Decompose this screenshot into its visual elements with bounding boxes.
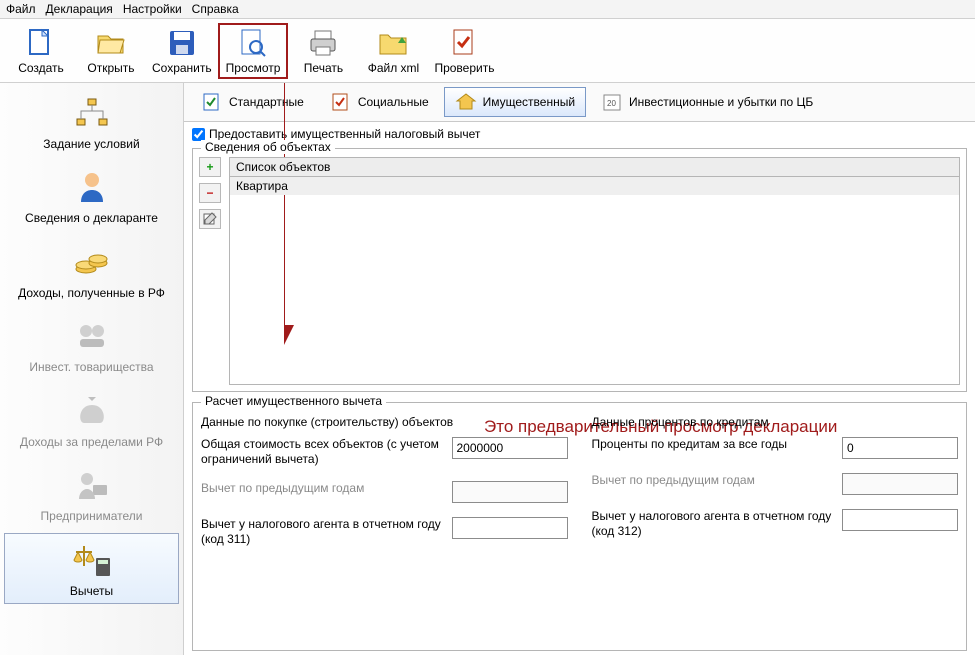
provide-deduction-checkbox[interactable]: [192, 128, 205, 141]
sidebar: Задание условий Сведения о декларанте До…: [0, 83, 184, 655]
tab-property-label: Имущественный: [483, 95, 575, 109]
preview-icon: [237, 27, 269, 59]
check-doc-icon: [201, 91, 223, 113]
coins-icon: [72, 242, 112, 282]
objects-groupbox: Сведения об объектах + − Список объектов…: [192, 148, 967, 392]
sidebar-item-invest: Инвест. товарищества: [4, 310, 179, 378]
filexml-button[interactable]: Файл xml: [358, 23, 428, 79]
interest-label: Проценты по кредитам за все годы: [592, 437, 843, 452]
person-icon: [72, 167, 112, 207]
tab-invest-cb-label: Инвестиционные и убытки по ЦБ: [629, 95, 813, 109]
tab-social[interactable]: Социальные: [319, 87, 440, 117]
xml-file-icon: [377, 27, 409, 59]
sidebar-item-entrepreneurs: Предприниматели: [4, 459, 179, 527]
sidebar-income-abroad-label: Доходы за пределами РФ: [20, 435, 163, 449]
new-document-icon: [25, 27, 57, 59]
create-button[interactable]: Создать: [6, 23, 76, 79]
agent-311-label: Вычет у налогового агента в отчетном год…: [201, 517, 452, 547]
edit-icon: [203, 212, 217, 226]
open-label: Открыть: [87, 61, 134, 75]
interest-input[interactable]: [842, 437, 958, 459]
handshake-icon: [72, 316, 112, 356]
calc-col2-title: Данные процентов по кредитам: [592, 415, 959, 429]
total-cost-label: Общая стоимость всех объектов (с учетом …: [201, 437, 452, 467]
menu-settings[interactable]: Настройки: [123, 2, 182, 16]
toolbar: Создать Открыть Сохранить Просмотр Печат…: [0, 19, 975, 83]
open-button[interactable]: Открыть: [76, 23, 146, 79]
main-area: Задание условий Сведения о декларанте До…: [0, 83, 975, 655]
prev-years-interest-label: Вычет по предыдущим годам: [592, 473, 843, 488]
sidebar-item-income-abroad: Доходы за пределами РФ: [4, 385, 179, 453]
check-button[interactable]: Проверить: [428, 23, 500, 79]
object-list-header: Список объектов: [230, 158, 959, 177]
menu-file[interactable]: Файл: [6, 2, 36, 16]
check-document-icon: [448, 27, 480, 59]
sidebar-item-deductions[interactable]: Вычеты: [4, 533, 179, 603]
tab-property[interactable]: Имущественный: [444, 87, 586, 117]
svg-text:20: 20: [607, 99, 616, 108]
agent-311-input[interactable]: [452, 517, 568, 539]
sidebar-item-conditions[interactable]: Задание условий: [4, 87, 179, 155]
edit-object-button[interactable]: [199, 209, 221, 229]
add-object-button[interactable]: +: [199, 157, 221, 177]
content-panel: Стандартные Социальные Имущественный 20 …: [184, 83, 975, 655]
menu-bar: Файл Декларация Настройки Справка: [0, 0, 975, 19]
sidebar-deductions-label: Вычеты: [70, 584, 113, 598]
briefcase-person-icon: [72, 465, 112, 505]
check-label: Проверить: [434, 61, 494, 75]
calc-col-interest: Данные процентов по кредитам Проценты по…: [592, 415, 959, 561]
filexml-label: Файл xml: [368, 61, 420, 75]
sidebar-item-income-rf[interactable]: Доходы, полученные в РФ: [4, 236, 179, 304]
check-doc-red-icon: [330, 91, 352, 113]
scales-calc-icon: [72, 540, 112, 580]
sidebar-conditions-label: Задание условий: [43, 137, 139, 151]
calendar-icon: 20: [601, 91, 623, 113]
preview-label: Просмотр: [226, 61, 281, 75]
sidebar-entrepreneurs-label: Предприниматели: [41, 509, 143, 523]
sidebar-declarant-label: Сведения о декларанте: [25, 211, 158, 225]
moneybag-icon: [72, 391, 112, 431]
tab-standard-label: Стандартные: [229, 95, 304, 109]
calc-col1-title: Данные по покупке (строительству) объект…: [201, 415, 568, 429]
preview-button[interactable]: Просмотр: [218, 23, 289, 79]
print-label: Печать: [304, 61, 343, 75]
calc-col-purchase: Данные по покупке (строительству) объект…: [201, 415, 568, 561]
agent-312-label: Вычет у налогового агента в отчетном год…: [592, 509, 843, 539]
tab-standard[interactable]: Стандартные: [190, 87, 315, 117]
agent-312-input[interactable]: [842, 509, 958, 531]
prev-years-purchase-input[interactable]: [452, 481, 568, 503]
objects-legend: Сведения об объектах: [201, 140, 335, 154]
sidebar-income-rf-label: Доходы, полученные в РФ: [18, 286, 165, 300]
prev-years-purchase-label: Вычет по предыдущим годам: [201, 481, 452, 496]
total-cost-input[interactable]: [452, 437, 568, 459]
menu-declaration[interactable]: Декларация: [46, 2, 113, 16]
tab-social-label: Социальные: [358, 95, 429, 109]
calc-legend: Расчет имущественного вычета: [201, 394, 386, 408]
save-floppy-icon: [166, 27, 198, 59]
printer-icon: [307, 27, 339, 59]
menu-help[interactable]: Справка: [192, 2, 239, 16]
sidebar-item-declarant[interactable]: Сведения о декларанте: [4, 161, 179, 229]
print-button[interactable]: Печать: [288, 23, 358, 79]
object-list[interactable]: Список объектов Квартира: [229, 157, 960, 385]
tab-invest-cb[interactable]: 20 Инвестиционные и убытки по ЦБ: [590, 87, 824, 117]
object-list-buttons: + −: [199, 157, 223, 385]
prev-years-interest-input[interactable]: [842, 473, 958, 495]
calc-groupbox: Расчет имущественного вычета Данные по п…: [192, 402, 967, 651]
save-button[interactable]: Сохранить: [146, 23, 218, 79]
house-icon: [455, 91, 477, 113]
save-label: Сохранить: [152, 61, 212, 75]
tree-icon: [72, 93, 112, 133]
open-folder-icon: [95, 27, 127, 59]
deduction-tabs: Стандартные Социальные Имущественный 20 …: [184, 83, 975, 122]
sidebar-invest-label: Инвест. товарищества: [29, 360, 153, 374]
create-label: Создать: [18, 61, 64, 75]
provide-deduction-label: Предоставить имущественный налоговый выч…: [209, 127, 480, 141]
remove-object-button[interactable]: −: [199, 183, 221, 203]
object-list-row[interactable]: Квартира: [230, 177, 959, 195]
